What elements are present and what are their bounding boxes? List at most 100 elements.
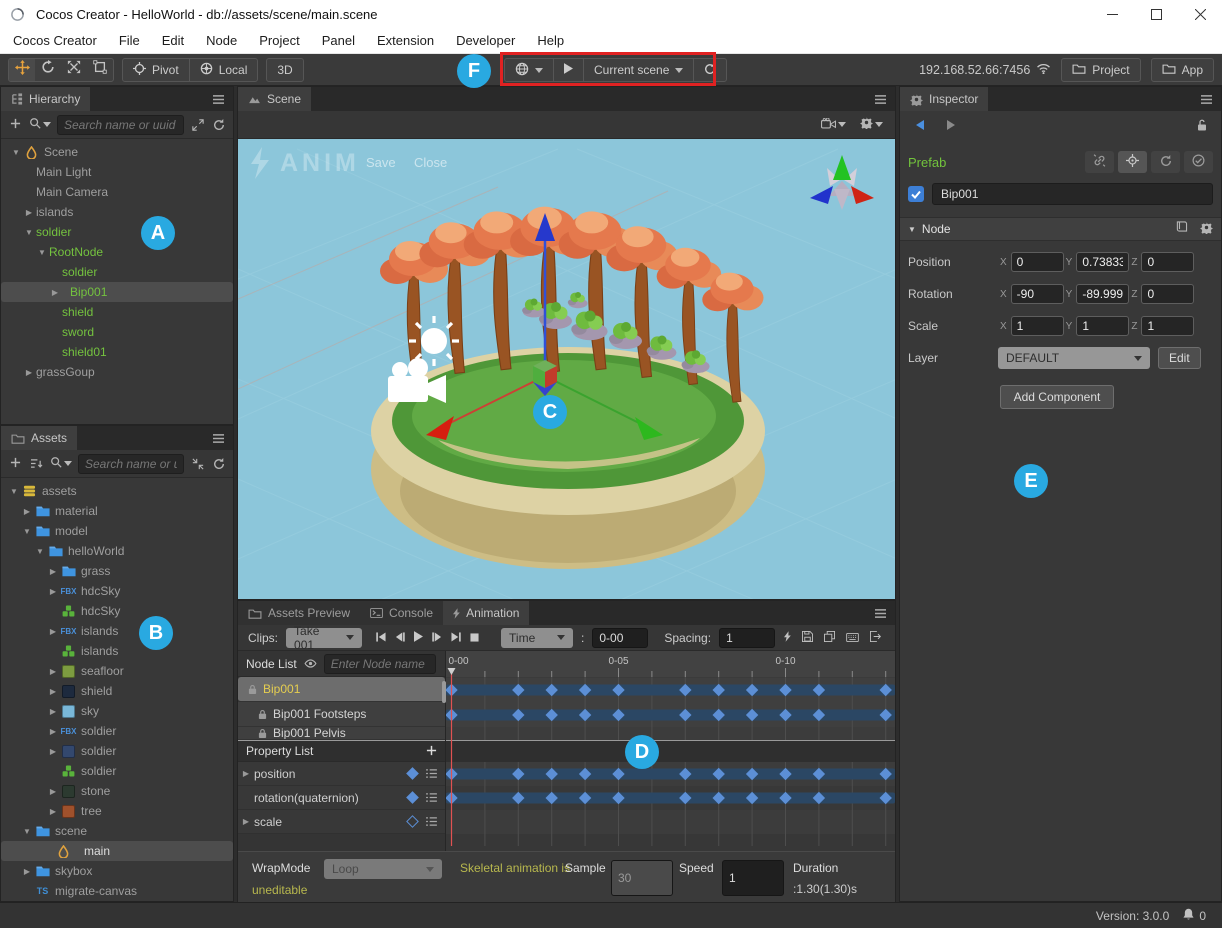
property-list-icon[interactable] bbox=[426, 815, 437, 829]
assets-item-main[interactable]: main bbox=[1, 841, 233, 861]
skip-start-button[interactable] bbox=[376, 631, 386, 645]
hierarchy-item-soldier[interactable]: soldier bbox=[1, 262, 233, 282]
tree-arrow-icon[interactable]: ▶ bbox=[46, 687, 60, 696]
prefab-restore-button[interactable] bbox=[1151, 151, 1180, 173]
hierarchy-item-main-camera[interactable]: Main Camera bbox=[1, 182, 233, 202]
inspector-forward-icon[interactable] bbox=[943, 115, 958, 135]
hierarchy-item-bip001[interactable]: ▶Bip001 bbox=[1, 282, 233, 302]
open-project-button[interactable]: Project bbox=[1062, 58, 1139, 82]
animation-menu-icon[interactable] bbox=[865, 601, 895, 625]
tab-scene[interactable]: Scene bbox=[238, 87, 311, 111]
rotate-tool-button[interactable] bbox=[35, 58, 61, 82]
rotation-x-input[interactable] bbox=[1011, 284, 1064, 304]
rotation-y-input[interactable] bbox=[1076, 284, 1129, 304]
rotation-z-input[interactable] bbox=[1141, 284, 1194, 304]
assets-create-button[interactable] bbox=[8, 454, 23, 474]
node-search-input[interactable] bbox=[324, 654, 436, 674]
node-name-input[interactable] bbox=[932, 183, 1213, 205]
assets-item-assets[interactable]: ▼assets bbox=[1, 481, 233, 501]
menu-extension[interactable]: Extension bbox=[366, 28, 445, 53]
hierarchy-menu-icon[interactable] bbox=[203, 87, 233, 111]
tab-console[interactable]: Console bbox=[360, 601, 443, 625]
property-arrow-icon[interactable]: ▶ bbox=[238, 817, 254, 826]
anim-keyboard-button[interactable] bbox=[846, 631, 859, 645]
menu-edit[interactable]: Edit bbox=[151, 28, 195, 53]
inspector-unlock-icon[interactable] bbox=[1194, 115, 1209, 135]
sample-input[interactable] bbox=[611, 860, 673, 896]
prefab-apply-button[interactable] bbox=[1184, 151, 1213, 173]
tree-arrow-icon[interactable]: ▶ bbox=[20, 867, 34, 876]
scale-x-input[interactable] bbox=[1011, 316, 1064, 336]
hierarchy-item-shield01[interactable]: shield01 bbox=[1, 342, 233, 362]
add-property-button[interactable] bbox=[426, 743, 437, 760]
scene-menu-icon[interactable] bbox=[865, 87, 895, 111]
assets-item-model[interactable]: ▼model bbox=[1, 521, 233, 541]
assets-item-skybox[interactable]: ▶skybox bbox=[1, 861, 233, 881]
tree-arrow-icon[interactable]: ▶ bbox=[46, 707, 60, 716]
assets-item-sky[interactable]: ▶sky bbox=[1, 701, 233, 721]
property-list-icon[interactable] bbox=[426, 767, 437, 781]
step-back-button[interactable] bbox=[395, 631, 405, 645]
anim-copy-button[interactable] bbox=[824, 631, 835, 645]
tab-assets-preview[interactable]: Assets Preview bbox=[238, 601, 360, 625]
hierarchy-item-shield[interactable]: shield bbox=[1, 302, 233, 322]
preview-platform-dropdown[interactable] bbox=[505, 58, 553, 82]
rect-tool-button[interactable] bbox=[87, 58, 113, 82]
tab-assets[interactable]: Assets bbox=[1, 426, 77, 450]
scene-gizmo-settings-dropdown[interactable] bbox=[860, 115, 883, 135]
hierarchy-item-grassgoup[interactable]: ▶grassGoup bbox=[1, 362, 233, 382]
speed-input[interactable] bbox=[722, 860, 784, 896]
move-tool-button[interactable] bbox=[9, 58, 35, 82]
node-active-checkbox[interactable] bbox=[908, 186, 924, 202]
inspector-menu-icon[interactable] bbox=[1191, 87, 1221, 111]
hierarchy-item-soldier[interactable]: ▼soldier bbox=[1, 222, 233, 242]
preview-refresh-button[interactable] bbox=[694, 58, 726, 82]
tab-inspector[interactable]: Inspector bbox=[900, 87, 988, 111]
hierarchy-item-rootnode[interactable]: ▼RootNode bbox=[1, 242, 233, 262]
scale-z-input[interactable] bbox=[1141, 316, 1194, 336]
wrapmode-select[interactable]: Loop bbox=[324, 859, 442, 879]
close-button[interactable] bbox=[1178, 0, 1222, 28]
tree-arrow-icon[interactable]: ▶ bbox=[22, 208, 36, 217]
tree-arrow-icon[interactable]: ▼ bbox=[35, 248, 49, 257]
hierarchy-expand-icon[interactable] bbox=[190, 115, 205, 135]
step-forward-button[interactable] bbox=[432, 631, 442, 645]
node-section-header[interactable]: ▼ Node bbox=[900, 217, 1221, 241]
tree-arrow-icon[interactable]: ▼ bbox=[7, 487, 21, 496]
skip-end-button[interactable] bbox=[451, 631, 461, 645]
menu-help[interactable]: Help bbox=[526, 28, 575, 53]
preview-scene-dropdown[interactable]: Current scene bbox=[584, 58, 693, 82]
node-visibility-eye-icon[interactable] bbox=[303, 654, 318, 674]
position-x-input[interactable] bbox=[1011, 252, 1064, 272]
tree-arrow-icon[interactable]: ▶ bbox=[46, 627, 60, 636]
keyframe-diamond-icon[interactable] bbox=[406, 767, 419, 780]
assets-item-stone[interactable]: ▶stone bbox=[1, 781, 233, 801]
tree-arrow-icon[interactable]: ▼ bbox=[22, 228, 36, 237]
time-mode-select[interactable]: Time bbox=[501, 628, 573, 648]
property-list-icon[interactable] bbox=[426, 791, 437, 805]
anim-save-button[interactable]: Save bbox=[366, 155, 396, 170]
tree-arrow-icon[interactable]: ▶ bbox=[46, 747, 60, 756]
scale-tool-button[interactable] bbox=[61, 58, 87, 82]
tree-arrow-icon[interactable]: ▼ bbox=[20, 527, 34, 536]
hierarchy-refresh-icon[interactable] bbox=[211, 115, 226, 135]
keyframe-diamond-icon[interactable] bbox=[406, 791, 419, 804]
hierarchy-create-button[interactable] bbox=[8, 115, 23, 135]
time-input[interactable] bbox=[592, 628, 648, 648]
assets-item-hdcsky[interactable]: ▶FBXhdcSky bbox=[1, 581, 233, 601]
hierarchy-search-input[interactable] bbox=[57, 115, 184, 135]
anim-export-button[interactable] bbox=[870, 631, 881, 645]
preview-play-button[interactable] bbox=[554, 58, 583, 82]
anim-property-position[interactable]: ▶position bbox=[238, 762, 445, 786]
assets-item-soldier[interactable]: ▶soldier bbox=[1, 741, 233, 761]
menu-cocos-creator[interactable]: Cocos Creator bbox=[2, 28, 108, 53]
tree-arrow-icon[interactable]: ▶ bbox=[46, 807, 60, 816]
layer-edit-button[interactable]: Edit bbox=[1158, 347, 1201, 369]
anim-lightning-button[interactable] bbox=[784, 631, 791, 645]
anim-property-rotation-quaternion-[interactable]: rotation(quaternion) bbox=[238, 786, 445, 810]
assets-item-tree[interactable]: ▶tree bbox=[1, 801, 233, 821]
assets-item-shield[interactable]: ▶shield bbox=[1, 681, 233, 701]
hierarchy-search-filter[interactable] bbox=[29, 115, 51, 135]
menu-project[interactable]: Project bbox=[248, 28, 310, 53]
hierarchy-item-main-light[interactable]: Main Light bbox=[1, 162, 233, 182]
